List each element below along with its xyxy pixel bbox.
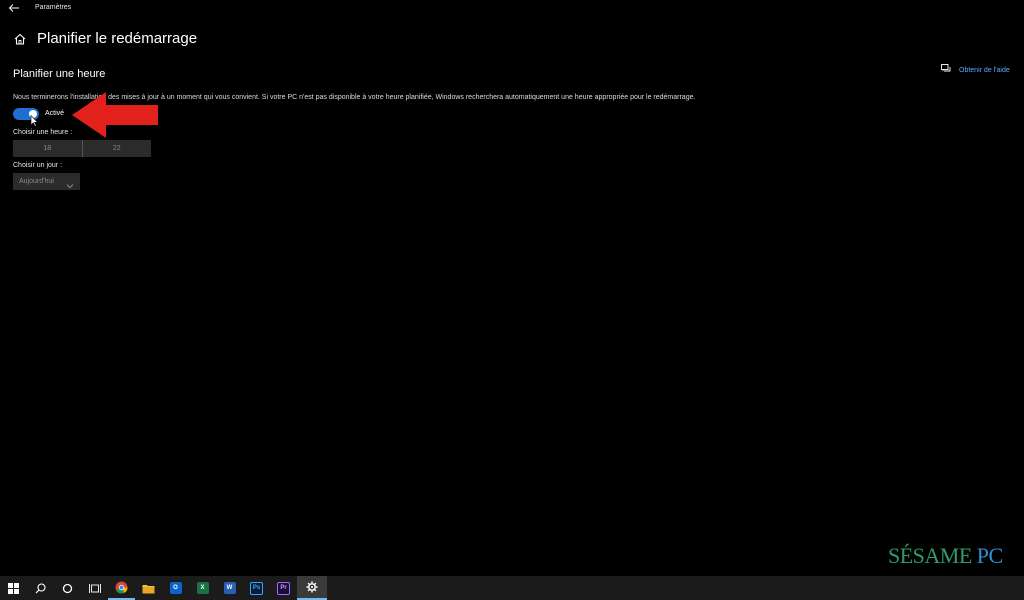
annotation-arrow-icon <box>70 90 160 140</box>
help-link-label: Obtenir de l'aide <box>959 66 1010 74</box>
watermark-text-1: SÉSAME <box>888 543 972 568</box>
toggle-label: Activé <box>45 110 65 117</box>
search-icon[interactable] <box>27 576 54 600</box>
chrome-icon[interactable] <box>108 576 135 600</box>
file-explorer-icon[interactable] <box>135 576 162 600</box>
window-title: Paramètres <box>35 4 72 11</box>
excel-icon[interactable]: X <box>189 576 216 600</box>
photoshop-icon[interactable]: Ps <box>243 576 270 600</box>
back-arrow-icon[interactable] <box>8 2 22 14</box>
photoshop-glyph: Ps <box>250 581 263 595</box>
premiere-glyph: Pr <box>277 581 290 595</box>
excel-glyph: X <box>196 582 209 594</box>
word-icon[interactable]: W <box>216 576 243 600</box>
task-view-icon[interactable] <box>81 576 108 600</box>
minute-field[interactable]: 22 <box>81 140 151 157</box>
title-bar: Paramètres <box>0 0 1024 18</box>
taskbar: O X W Ps Pr <box>0 576 1024 600</box>
day-dropdown-value: Aujourd'hui <box>19 178 54 185</box>
help-link[interactable]: Obtenir de l'aide <box>941 64 1010 76</box>
section-title: Planifier une heure <box>13 68 106 80</box>
outlook-glyph: O <box>169 582 182 594</box>
day-picker-label: Choisir un jour : <box>13 162 63 169</box>
time-picker-label: Choisir une heure : <box>13 129 73 136</box>
settings-icon[interactable] <box>297 576 327 600</box>
day-dropdown[interactable]: Aujourd'hui <box>13 173 80 190</box>
word-glyph: W <box>223 582 236 594</box>
cortana-icon[interactable] <box>54 576 81 600</box>
watermark-text-2: PC <box>976 543 1003 568</box>
chat-help-icon <box>941 61 951 79</box>
outlook-icon[interactable]: O <box>162 576 189 600</box>
watermark-logo: SÉSAME PC <box>888 543 1003 569</box>
mouse-cursor-icon <box>30 114 39 127</box>
start-icon[interactable] <box>0 576 27 600</box>
hour-field[interactable]: 18 <box>13 140 82 157</box>
time-picker[interactable]: 18 22 <box>13 140 151 157</box>
page-title: Planifier le redémarrage <box>37 30 198 47</box>
chevron-down-icon <box>66 177 74 189</box>
home-icon[interactable] <box>13 32 27 46</box>
premiere-icon[interactable]: Pr <box>270 576 297 600</box>
